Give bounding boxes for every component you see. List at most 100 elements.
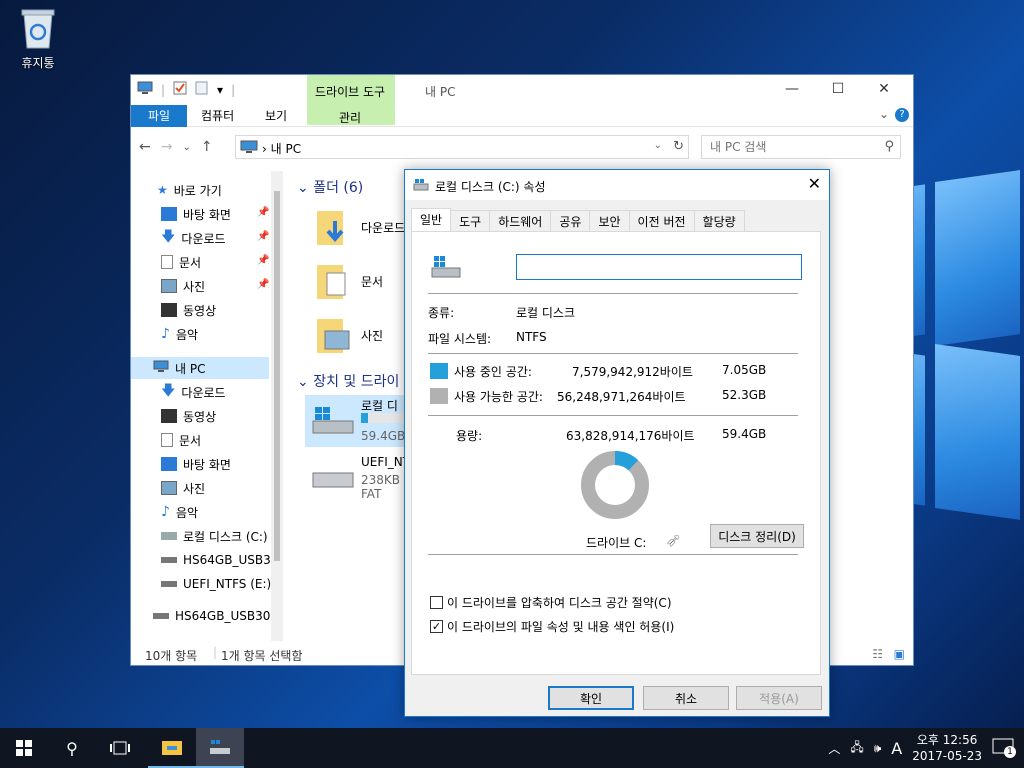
notifications-icon[interactable]: 1 bbox=[992, 738, 1016, 758]
refresh-icon[interactable]: ↻ bbox=[673, 139, 684, 154]
free-space-swatch bbox=[430, 388, 448, 404]
sidebar-item-desktop[interactable]: 바탕 화면 bbox=[161, 203, 231, 225]
search-icon[interactable]: ⚲ bbox=[884, 139, 894, 154]
address-bar[interactable]: › 내 PC ⌄ ↻ bbox=[235, 135, 689, 159]
close-icon[interactable]: ✕ bbox=[808, 174, 821, 193]
sidebar-item-pc-videos[interactable]: 동영상 bbox=[161, 405, 216, 427]
sidebar-item-local-disk-c[interactable]: 로컬 디스크 (C:) bbox=[161, 525, 268, 547]
search-input[interactable] bbox=[710, 140, 880, 154]
sidebar-item-uefi-ntfs[interactable]: UEFI_NTFS (E:) bbox=[161, 573, 271, 595]
sidebar-item-this-pc[interactable]: 내 PC bbox=[131, 357, 269, 379]
recycle-bin-desktop-icon[interactable]: 휴지통 bbox=[8, 6, 68, 71]
sidebar-item-pc-music[interactable]: ♪ 음악 bbox=[161, 501, 198, 523]
compress-drive-checkbox[interactable]: 이 드라이브를 압축하여 디스크 공간 절약(C) bbox=[430, 594, 672, 611]
tab-previous-versions[interactable]: 이전 버전 bbox=[628, 210, 695, 232]
address-row: ← → ⌄ ↑ › 내 PC ⌄ ↻ ⚲ bbox=[131, 135, 913, 161]
qat-dropdown-icon[interactable]: ▾ bbox=[217, 83, 223, 97]
show-hidden-icons-chevron-icon[interactable]: ︿ bbox=[828, 740, 840, 757]
sidebar-item-videos[interactable]: 동영상 bbox=[161, 299, 216, 321]
forward-arrow-icon[interactable]: → bbox=[161, 139, 173, 155]
ok-button[interactable]: 확인 bbox=[548, 686, 634, 710]
general-tab-panel: 종류: 로컬 디스크 파일 시스템: NTFS 사용 중인 공간: 7,579,… bbox=[411, 231, 821, 675]
folders-group-header[interactable]: ⌄ 폴더 (6) bbox=[297, 177, 363, 197]
ribbon-expand-icon[interactable]: ⌄ bbox=[879, 107, 889, 121]
picture-icon bbox=[161, 481, 177, 495]
video-icon bbox=[161, 303, 177, 317]
sidebar-item-music[interactable]: ♪ 음악 bbox=[161, 323, 198, 345]
address-path[interactable]: › 내 PC bbox=[262, 140, 301, 157]
clock-date: 2017-05-23 bbox=[912, 749, 982, 763]
details-view-icon[interactable]: ☷ bbox=[872, 647, 883, 661]
sidebar-item-label: 사진 bbox=[183, 279, 206, 294]
search-icon[interactable]: ⚲ bbox=[48, 728, 96, 768]
volume-icon[interactable]: 🕪 bbox=[874, 741, 882, 756]
pin-icon[interactable]: 📌 bbox=[257, 207, 269, 218]
tab-sharing[interactable]: 공유 bbox=[550, 210, 591, 232]
tab-view[interactable]: 보기 bbox=[265, 107, 287, 124]
used-space-swatch bbox=[430, 363, 448, 379]
drive-tools-label: 드라이브 도구 bbox=[315, 85, 386, 99]
tab-computer[interactable]: 컴퓨터 bbox=[201, 107, 234, 124]
tab-security[interactable]: 보안 bbox=[589, 210, 630, 232]
index-files-checkbox[interactable]: ✓ 이 드라이브의 파일 속성 및 내용 색인 허용(I) bbox=[430, 618, 674, 635]
pc-icon[interactable] bbox=[137, 81, 153, 98]
file-explorer-taskbar-icon[interactable] bbox=[148, 728, 196, 768]
drive-properties-taskbar-icon[interactable] bbox=[196, 728, 244, 768]
sidebar-item-usb-root[interactable]: HS64GB_USB30 ( bbox=[153, 605, 279, 627]
folder-label: 다운로드 bbox=[361, 220, 406, 235]
tab-hardware[interactable]: 하드웨어 bbox=[489, 210, 552, 232]
pin-icon[interactable]: 📌 bbox=[257, 231, 269, 242]
cancel-button[interactable]: 취소 bbox=[643, 686, 729, 710]
folder-documents[interactable]: 문서 bbox=[315, 261, 383, 301]
drive-icon bbox=[161, 532, 177, 540]
checkbox-box[interactable] bbox=[430, 596, 443, 609]
close-icon[interactable]: ✕ bbox=[861, 75, 907, 103]
checkbox-box[interactable]: ✓ bbox=[430, 620, 443, 633]
start-button[interactable] bbox=[0, 728, 48, 768]
minimize-icon[interactable]: — bbox=[769, 75, 815, 103]
video-icon bbox=[161, 409, 177, 423]
sidebar-item-pictures[interactable]: 사진 bbox=[161, 275, 205, 297]
sidebar-item-pc-downloads[interactable]: 🡇 다운로드 bbox=[161, 381, 226, 403]
tab-general[interactable]: 일반 bbox=[411, 208, 452, 232]
recent-dropdown-icon[interactable]: ⌄ bbox=[182, 139, 190, 155]
sidebar-item-pc-pictures[interactable]: 사진 bbox=[161, 477, 205, 499]
disk-cleanup-button[interactable]: 디스크 정리(D) bbox=[710, 524, 804, 548]
folder-downloads[interactable]: 다운로드 bbox=[315, 207, 405, 247]
search-box[interactable]: ⚲ bbox=[701, 135, 901, 159]
sidebar-item-pc-documents[interactable]: 문서 bbox=[161, 429, 201, 451]
up-arrow-icon[interactable]: ↑ bbox=[201, 139, 213, 155]
new-folder-icon[interactable] bbox=[195, 81, 209, 98]
input-method-indicator[interactable]: A bbox=[891, 739, 902, 758]
task-view-icon[interactable] bbox=[96, 728, 144, 768]
properties-icon[interactable] bbox=[173, 81, 187, 98]
used-space-gb: 7.05GB bbox=[722, 363, 767, 377]
sidebar-item-pc-desktop[interactable]: 바탕 화면 bbox=[161, 453, 231, 475]
apply-button[interactable]: 적용(A) bbox=[736, 686, 822, 710]
separator: | bbox=[161, 82, 166, 97]
devices-group-header[interactable]: ⌄ 장치 및 드라이 bbox=[297, 371, 399, 391]
sidebar-item-usb-drive[interactable]: HS64GB_USB30 bbox=[161, 549, 278, 571]
sidebar-item-downloads[interactable]: 🡇 다운로드 bbox=[161, 227, 226, 249]
pin-icon[interactable]: 📌 bbox=[257, 279, 269, 290]
folder-pictures[interactable]: 사진 bbox=[315, 315, 383, 355]
sidebar-item-label: 다운로드 bbox=[181, 231, 226, 246]
tab-file[interactable]: 파일 bbox=[131, 105, 187, 127]
pin-icon[interactable]: 📌 bbox=[257, 255, 269, 266]
sidebar-item-documents[interactable]: 문서 bbox=[161, 251, 201, 273]
scrollbar-thumb[interactable] bbox=[274, 191, 280, 561]
tab-quota[interactable]: 할당량 bbox=[693, 210, 745, 232]
maximize-icon[interactable]: ☐ bbox=[815, 75, 861, 103]
clock[interactable]: 오후 12:56 2017-05-23 bbox=[912, 732, 982, 764]
tab-tools[interactable]: 도구 bbox=[450, 210, 491, 232]
quick-access-toolbar: | ▾ | bbox=[137, 81, 235, 98]
network-icon[interactable]: 🖧 bbox=[850, 738, 863, 759]
navigation-scrollbar[interactable] bbox=[271, 171, 283, 641]
large-icons-view-icon[interactable]: ▣ bbox=[894, 647, 905, 661]
back-arrow-icon[interactable]: ← bbox=[139, 139, 151, 155]
notification-count-badge: 1 bbox=[1004, 746, 1016, 758]
help-icon[interactable]: ? bbox=[895, 108, 909, 122]
address-dropdown-icon[interactable]: ⌄ bbox=[654, 140, 662, 151]
drive-name-input[interactable] bbox=[516, 254, 802, 280]
sidebar-item-quick-access[interactable]: ★ 바로 가기 bbox=[157, 179, 222, 201]
